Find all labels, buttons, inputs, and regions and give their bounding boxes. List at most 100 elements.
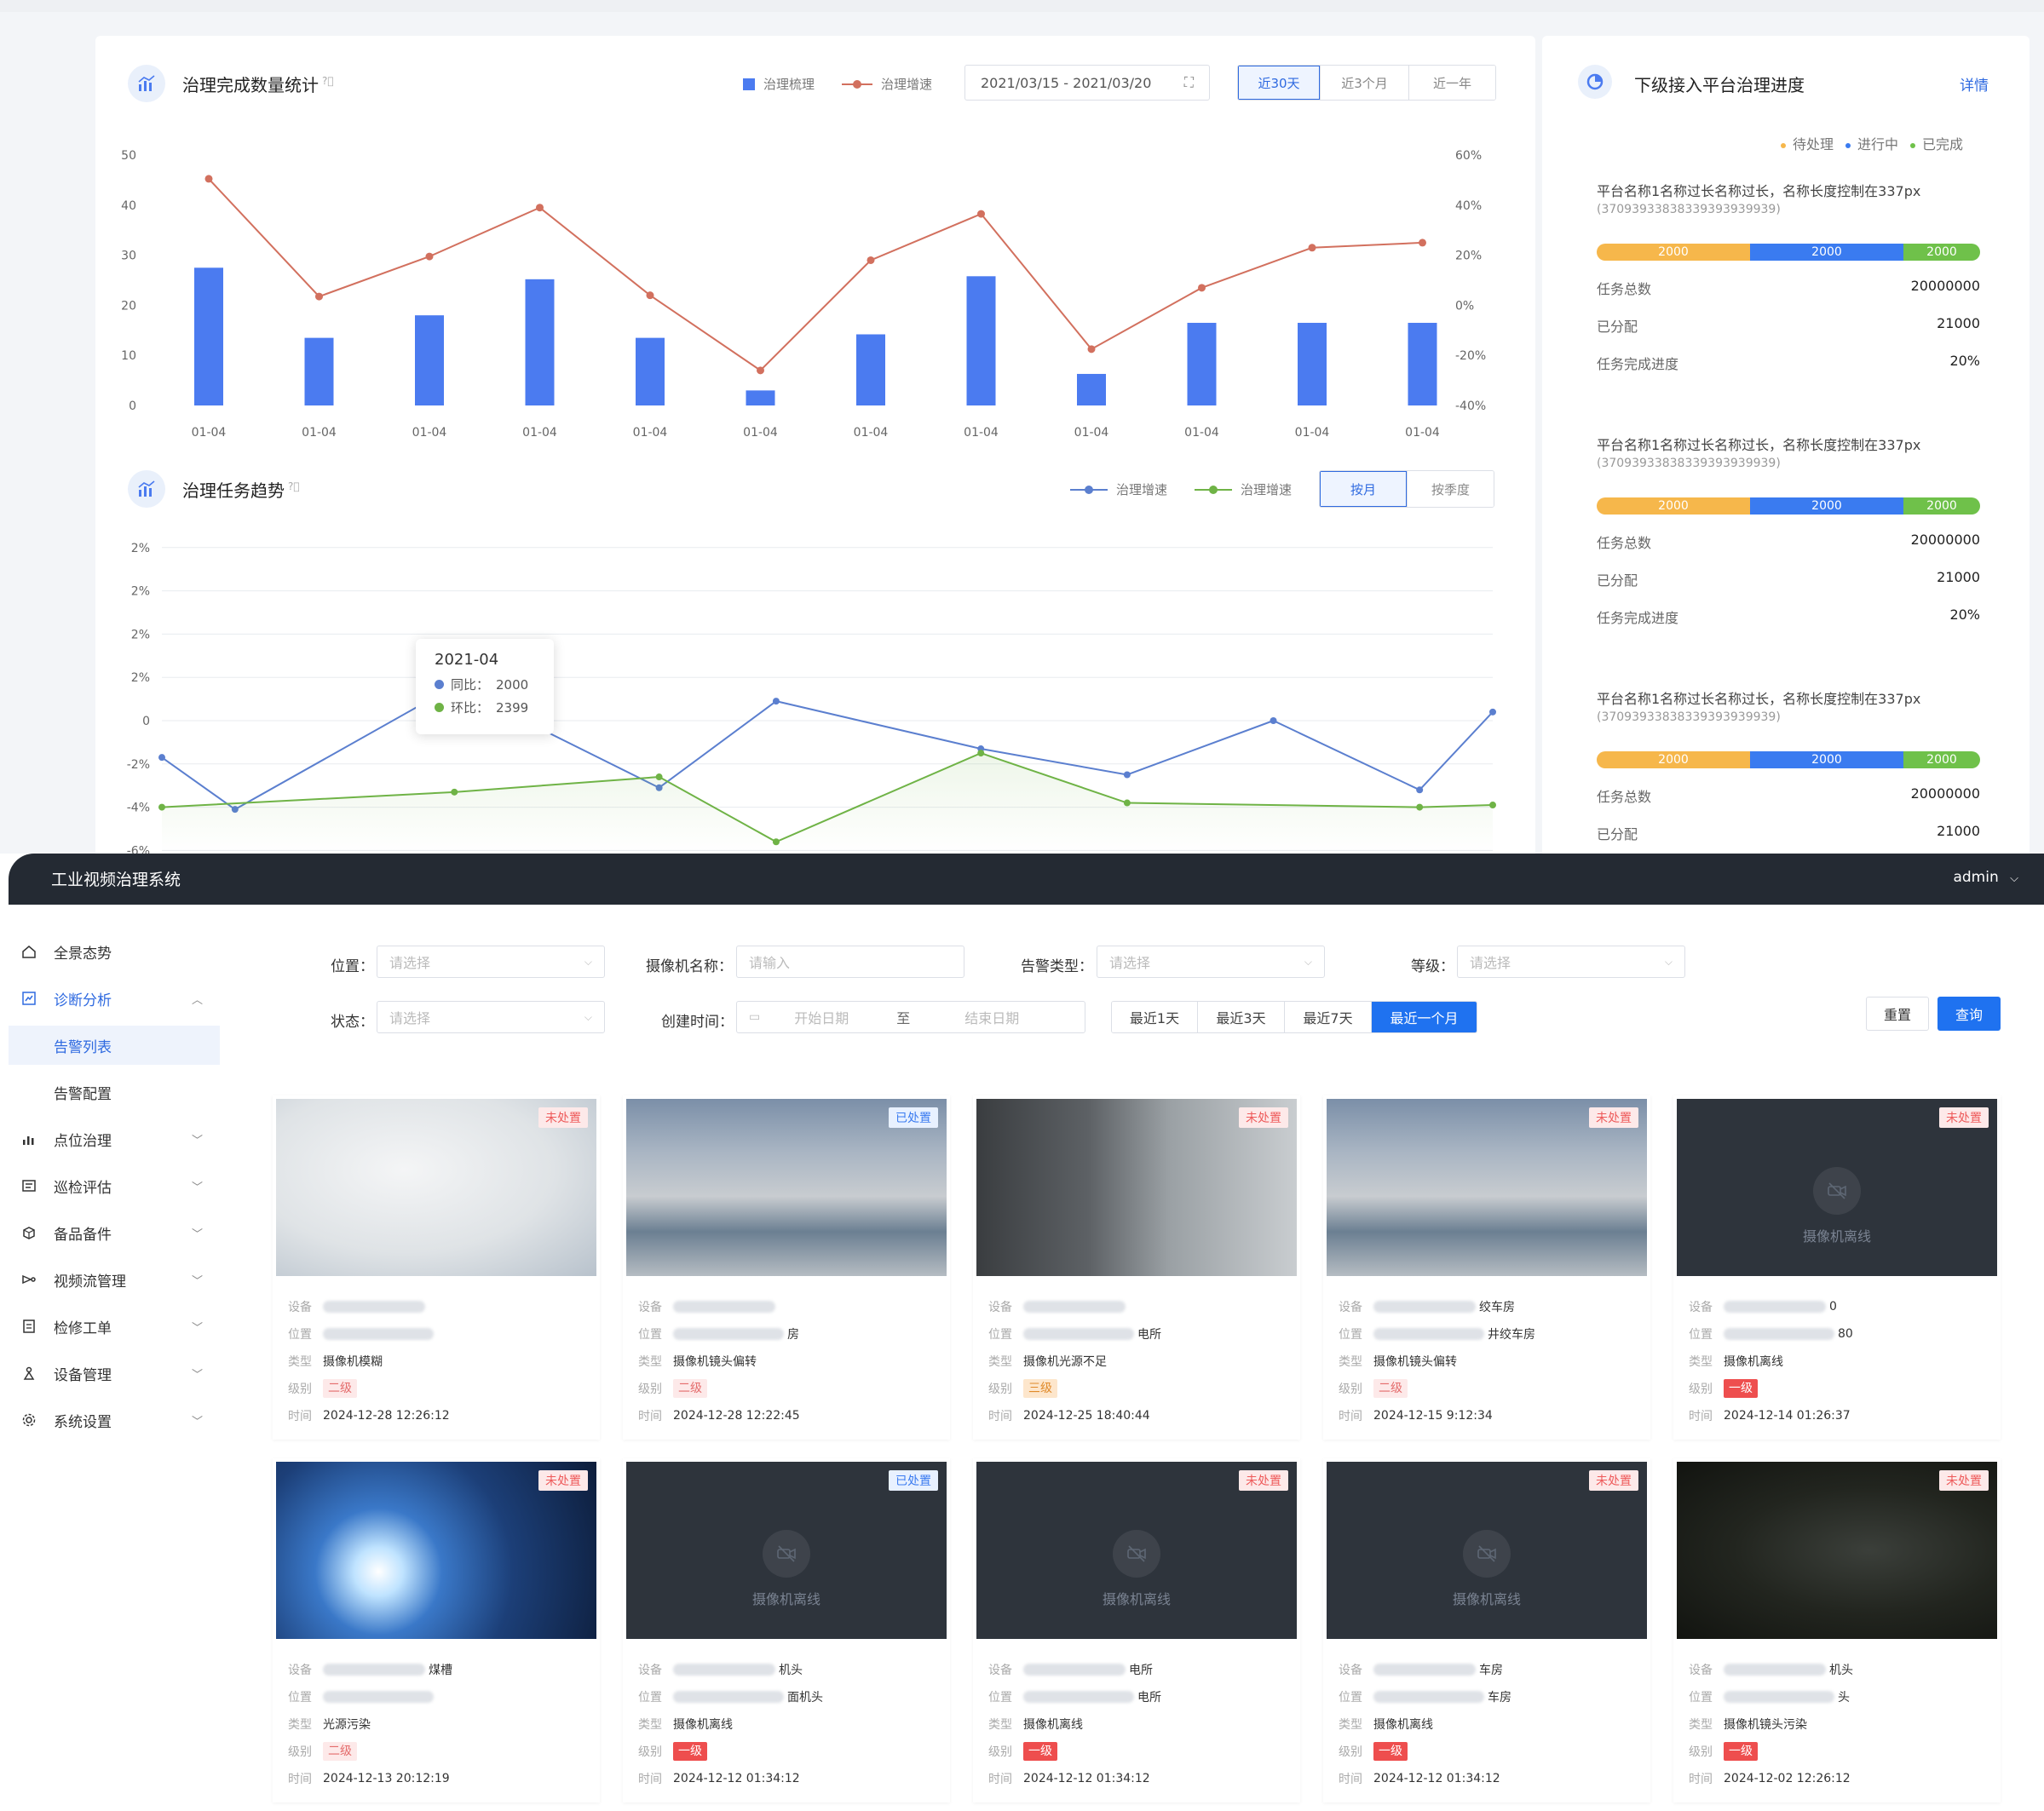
status-badge: 未处置 xyxy=(538,1107,588,1128)
trend-point xyxy=(1489,802,1496,809)
box-icon xyxy=(21,1225,37,1240)
camera-thumbnail[interactable]: 摄像机离线 未处置 xyxy=(1327,1462,1647,1639)
sidebar-item-4[interactable]: 点位治理 ﹀ xyxy=(9,1119,220,1158)
chevron-down-icon: ﹀ xyxy=(191,1181,203,1194)
info-row-type: 类型 摄像机镜头污染 xyxy=(1689,1710,1987,1738)
user-menu[interactable]: admin ⌵ xyxy=(1953,869,2018,886)
trend-point xyxy=(1416,786,1424,794)
progress-bar: 2000 2000 2000 xyxy=(1597,751,1980,768)
info-value-time: 2024-12-12 01:34:12 xyxy=(673,1772,800,1785)
alarm-card[interactable]: 摄像机离线 未处置 设备 车房 位置 车房 类型 摄像机离线 级别 一级 时间 2024-12-12 … xyxy=(1323,1458,1650,1802)
camera-thumbnail[interactable]: 未处置 xyxy=(976,1099,1297,1276)
level-select[interactable]: 请选择 ⌵ xyxy=(1457,946,1685,978)
alarm-card[interactable]: 摄像机离线 未处置 设备 电所 位置 电所 类型 摄像机离线 级别 一级 时间 2024-12-12 … xyxy=(973,1458,1300,1802)
date-range-input[interactable]: ▭ 开始日期 至 结束日期 xyxy=(736,1001,1085,1033)
info-value-level: 一级 xyxy=(1023,1742,1057,1761)
info-value-type: 摄像机离线 xyxy=(1023,1718,1083,1732)
camera-thumbnail[interactable]: 摄像机离线 已处置 xyxy=(626,1462,947,1639)
query-button[interactable]: 查询 xyxy=(1937,997,2001,1031)
alarm-card[interactable]: 未处置 设备 位置 类型 摄像机模糊 级别 二级 时间 2024-12-28 12:26:12 xyxy=(273,1095,600,1440)
stat-label: 已分配 xyxy=(1597,826,1638,842)
info-label: 位置 xyxy=(638,1328,662,1342)
camera-input[interactable]: 请输入 xyxy=(736,946,964,978)
trend-point xyxy=(1123,771,1131,779)
stat-row: 任务完成进度 20% xyxy=(1597,353,1980,373)
reset-button[interactable]: 重置 xyxy=(1866,997,1929,1031)
chevron-down-icon: ﹀ xyxy=(191,1227,203,1241)
info-label: 类型 xyxy=(288,1718,312,1732)
chevron-down-icon: ﹀ xyxy=(191,1321,203,1335)
alarm-info: 设备 位置 房类型 摄像机镜头偏转 级别 二级 时间 2024-12-28 12:22:45 xyxy=(638,1293,936,1429)
sidebar-item-7[interactable]: 视频流管理 ﹀ xyxy=(9,1260,220,1299)
info-row-level: 级别 二级 xyxy=(288,1375,586,1402)
alarm-card[interactable]: 未处置 设备 绞车房 位置 井绞车房 类型 摄像机镜头偏转 级别 二级 时间 2024-12-15 … xyxy=(1323,1095,1650,1440)
info-row-type: 类型 光源污染 xyxy=(288,1710,586,1738)
progress-icon xyxy=(1578,65,1612,99)
info-value-device: 电所 xyxy=(1129,1664,1153,1677)
alarm-card[interactable]: 摄像机离线 未处置 设备 0 位置 80 类型 摄像机离线 级别 一级 时间 2024-12-14 0… xyxy=(1673,1095,2001,1440)
sidebar-item-2[interactable]: 告警列表 xyxy=(9,1026,220,1065)
redacted-text xyxy=(1023,1328,1134,1340)
info-label: 设备 xyxy=(1689,1301,1713,1314)
quick-1m[interactable]: 最近一个月 xyxy=(1371,1002,1477,1032)
trend-chart: -6% -4% -2% 0 2% 2% 2% 2% xyxy=(127,542,1496,854)
sidebar-item-6[interactable]: 备品备件 ﹀ xyxy=(9,1213,220,1252)
alarm-type-select[interactable]: 请选择 ⌵ xyxy=(1097,946,1325,978)
alarm-card[interactable]: 未处置 设备 机头 位置 头类型 摄像机镜头污染 级别 一级 时间 2024-12-02 12:2… xyxy=(1673,1458,2001,1802)
info-row-device: 设备 煤槽 xyxy=(288,1656,586,1683)
sidebar-item-5[interactable]: 巡检评估 ﹀ xyxy=(9,1166,220,1205)
status-select[interactable]: 请选择 ⌵ xyxy=(377,1001,605,1033)
detail-link[interactable]: 详情 xyxy=(1960,73,1989,95)
sidebar-item-10[interactable]: 系统设置 ﹀ xyxy=(9,1400,220,1440)
info-row-type: 类型 摄像机模糊 xyxy=(288,1348,586,1375)
quick-7d[interactable]: 最近7天 xyxy=(1284,1002,1371,1032)
sidebar-item-0[interactable]: 全景态势 xyxy=(9,932,220,971)
stat-value: 21000 xyxy=(1937,315,1980,331)
info-row-type: 类型 摄像机光源不足 xyxy=(988,1348,1287,1375)
camera-thumbnail[interactable]: 未处置 xyxy=(1677,1462,1997,1639)
quick-3d[interactable]: 最近3天 xyxy=(1197,1002,1284,1032)
camera-thumbnail[interactable]: 未处置 xyxy=(276,1099,596,1276)
info-row-device: 设备 xyxy=(288,1293,586,1320)
info-label: 时间 xyxy=(1689,1410,1713,1423)
camera-thumbnail[interactable]: 已处置 xyxy=(626,1099,947,1276)
info-value-level: 一级 xyxy=(1724,1379,1758,1398)
info-value-position: 车房 xyxy=(1488,1691,1511,1705)
info-row-position: 位置 车房 xyxy=(1339,1683,1637,1710)
info-label: 级别 xyxy=(288,1745,312,1759)
camera-thumbnail[interactable]: 未处置 xyxy=(1327,1099,1647,1276)
stat-row: 任务总数 20000000 xyxy=(1597,785,1980,806)
sidebar-item-3[interactable]: 告警配置 xyxy=(9,1072,220,1112)
info-row-device: 设备 xyxy=(638,1293,936,1320)
quick-1d[interactable]: 最近1天 xyxy=(1112,1002,1197,1032)
info-value-level: 二级 xyxy=(323,1379,357,1398)
info-row-level: 级别 一级 xyxy=(1689,1375,1987,1402)
position-select[interactable]: 请选择 ⌵ xyxy=(377,946,605,978)
redacted-text xyxy=(1724,1328,1834,1340)
status-badge: 已处置 xyxy=(889,1107,938,1128)
camera-thumbnail[interactable]: 摄像机离线 未处置 xyxy=(976,1462,1297,1639)
stat-row: 任务总数 20000000 xyxy=(1597,278,1980,298)
info-value-level: 二级 xyxy=(323,1742,357,1761)
alarm-card[interactable]: 未处置 设备 煤槽 位置 类型 光源污染 级别 二级 时间 2024-12-13 20:12:19 xyxy=(273,1458,600,1802)
info-label: 级别 xyxy=(638,1745,662,1759)
sidebar-item-9[interactable]: 设备管理 ﹀ xyxy=(9,1354,220,1393)
redacted-text xyxy=(1023,1664,1126,1676)
tooltip-title: 2021-04 xyxy=(435,651,499,669)
info-value-level: 二级 xyxy=(1373,1379,1408,1398)
alarm-card[interactable]: 已处置 设备 位置 房类型 摄像机镜头偏转 级别 二级 时间 2024-12-28 12:22:… xyxy=(623,1095,950,1440)
info-label: 类型 xyxy=(1339,1355,1362,1369)
alarm-card[interactable]: 未处置 设备 位置 电所 类型 摄像机光源不足 级别 三级 时间 2024-12-25 18:40… xyxy=(973,1095,1300,1440)
sidebar-item-8[interactable]: 检修工单 ﹀ xyxy=(9,1307,220,1346)
sidebar-item-1[interactable]: 诊断分析 ︿ xyxy=(9,979,220,1018)
sidebar-item-label: 设备管理 xyxy=(54,1366,112,1384)
info-row-device: 设备 0 xyxy=(1689,1293,1987,1320)
info-label: 设备 xyxy=(988,1664,1012,1677)
alarm-card[interactable]: 摄像机离线 已处置 设备 机头 位置 面机头 类型 摄像机离线 级别 一级 时间 2024-12-12… xyxy=(623,1458,950,1802)
camera-thumbnail[interactable]: 未处置 xyxy=(276,1462,596,1639)
camera-thumbnail[interactable]: 摄像机离线 未处置 xyxy=(1677,1099,1997,1276)
info-label: 设备 xyxy=(638,1301,662,1314)
info-row-device: 设备 绞车房 xyxy=(1339,1293,1637,1320)
info-label: 类型 xyxy=(1339,1718,1362,1732)
info-value-position: 井绞车房 xyxy=(1488,1328,1535,1342)
